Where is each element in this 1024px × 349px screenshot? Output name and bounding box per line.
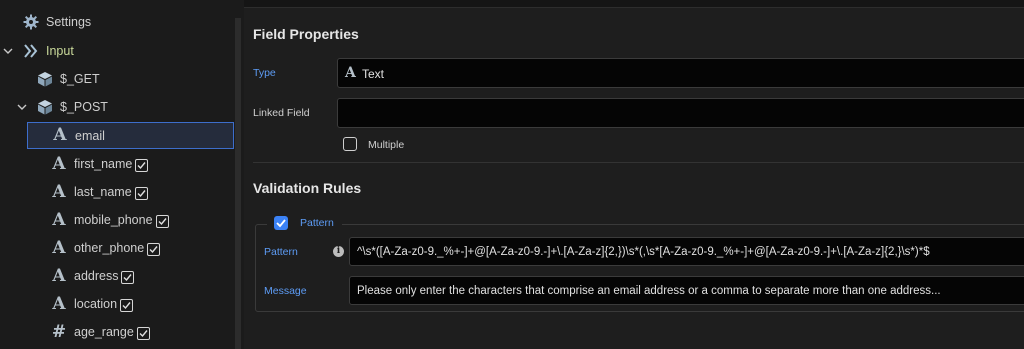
text-icon: A (53, 125, 67, 145)
field-properties-title: Field Properties (253, 26, 359, 42)
tree-item-field-mobile-phone[interactable]: A mobile_phone (50, 206, 169, 234)
type-label: Type (253, 67, 276, 79)
gear-icon (22, 13, 40, 31)
message-label: Message (264, 285, 307, 297)
text-icon: A (52, 153, 66, 174)
tree-item-field-last-name[interactable]: A last_name (50, 178, 148, 206)
tree-item-label: Input (46, 44, 74, 58)
tree-item-field-location[interactable]: A location (50, 290, 134, 318)
tree-item-label: location (74, 297, 118, 311)
info-icon[interactable]: i (333, 246, 344, 257)
chevron-down-icon[interactable] (16, 101, 28, 113)
tree-item-post[interactable]: $_POST (36, 93, 108, 121)
sidebar-scrollbar[interactable] (235, 18, 241, 349)
tree-item-field-address[interactable]: A address (50, 262, 135, 290)
tree-item-label: first_name (74, 157, 133, 171)
tree-item-get[interactable]: $_GET (36, 65, 100, 93)
validation-rules-title: Validation Rules (253, 180, 362, 196)
multiple-label: Multiple (368, 139, 405, 151)
text-icon: A (52, 209, 66, 230)
enabled-checkbox[interactable] (120, 298, 134, 312)
tree-item-label: age_range (74, 325, 134, 339)
cube-icon (36, 98, 54, 116)
text-icon: A (52, 181, 66, 202)
tree-item-label: address (74, 269, 119, 283)
pattern-enabled-checkbox[interactable] (274, 216, 288, 230)
enabled-checkbox[interactable] (136, 326, 150, 340)
top-bar (244, 0, 1024, 8)
tree-item-label: mobile_phone (74, 213, 153, 227)
linked-field-input[interactable] (337, 98, 1024, 128)
tree-item-field-other-phone[interactable]: A other_phone (50, 234, 161, 262)
pattern-label: Pattern (264, 246, 298, 258)
type-value: Text (362, 67, 385, 81)
section-divider (253, 162, 1024, 163)
enabled-checkbox[interactable] (135, 158, 149, 172)
enabled-checkbox[interactable] (155, 214, 169, 228)
enabled-checkbox[interactable] (134, 186, 148, 200)
type-select[interactable] (337, 58, 1024, 88)
properties-panel: Field Properties Type A Text Linked Fiel… (244, 0, 1024, 349)
multiple-checkbox[interactable] (343, 137, 357, 151)
text-icon: A (52, 265, 66, 286)
cube-icon (36, 70, 54, 88)
tree-item-label: other_phone (74, 241, 145, 255)
hash-icon: # (51, 321, 67, 342)
double-chevron-icon (22, 42, 40, 60)
message-value: Please only enter the characters that co… (357, 285, 941, 297)
tree-item-settings[interactable]: Settings (22, 8, 91, 36)
pattern-value: ^\s*([A-Za-z0-9._%+-]+@[A-Za-z0-9.-]+\.[… (357, 246, 930, 258)
chevron-down-icon[interactable] (2, 45, 14, 57)
tree-item-label: $_GET (60, 72, 100, 86)
text-icon: A (52, 237, 66, 258)
tree-item-field-first-name[interactable]: A first_name (50, 150, 149, 178)
linked-field-label: Linked Field (253, 107, 310, 119)
sidebar-tree: Settings Input $_GET $_POST A email A fi… (0, 0, 244, 349)
enabled-checkbox[interactable] (147, 242, 161, 256)
tree-item-label: email (75, 128, 105, 143)
tree-item-field-age-range[interactable]: # age_range (50, 318, 150, 346)
enabled-checkbox[interactable] (121, 270, 135, 284)
tree-item-label: Settings (46, 15, 92, 29)
tree-item-label: last_name (74, 185, 132, 199)
text-icon: A (52, 293, 66, 314)
tree-item-input[interactable]: Input (22, 37, 74, 65)
text-icon: A (345, 65, 356, 81)
tree-item-label: $_POST (60, 100, 108, 114)
pattern-legend: Pattern (300, 217, 334, 229)
tree-item-field-email[interactable]: A email (27, 122, 234, 149)
